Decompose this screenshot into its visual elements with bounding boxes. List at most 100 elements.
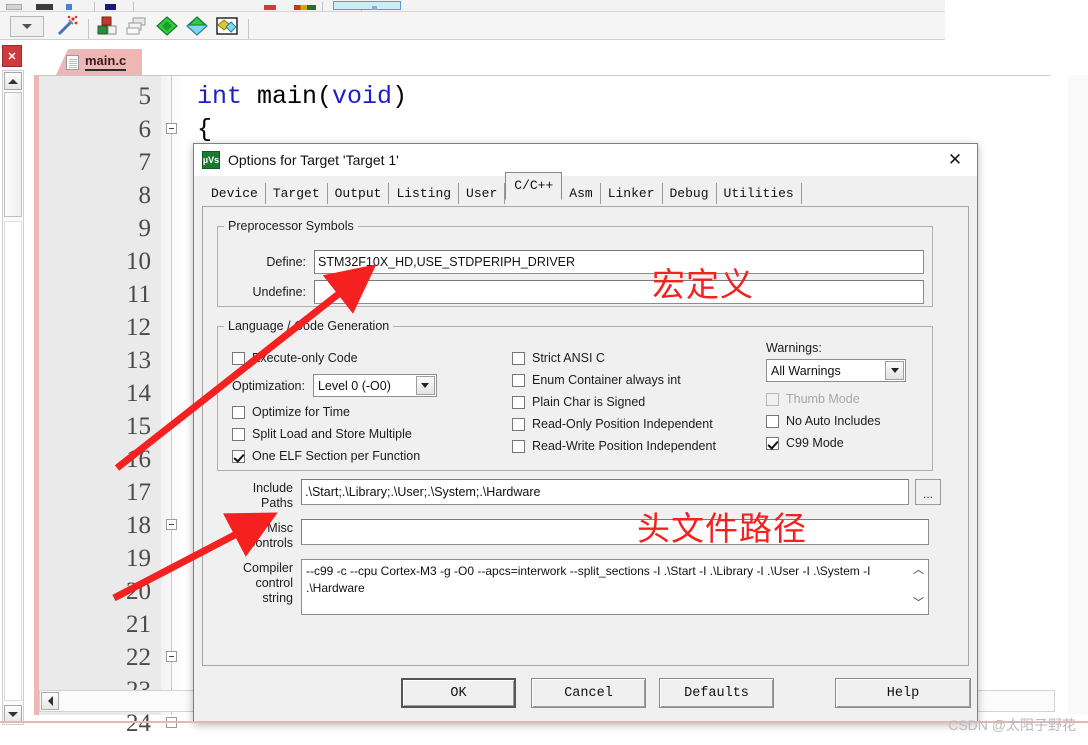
- target-options-button[interactable]: [152, 14, 182, 38]
- line-number: 11: [126, 281, 151, 308]
- toolbar-icon-partial-7[interactable]: [366, 0, 396, 12]
- checkbox-box: [766, 392, 779, 406]
- target-selector-dropdown[interactable]: [10, 15, 44, 37]
- include-paths-browse-button[interactable]: ...: [915, 479, 941, 505]
- dialog-tab-output[interactable]: Output: [328, 183, 390, 204]
- compiler-label-line1: Compiler: [242, 561, 293, 575]
- close-window-button[interactable]: ✕: [2, 45, 22, 67]
- checkbox-box: [512, 439, 525, 453]
- include-paths-label: Include Paths: [217, 481, 293, 511]
- toolbar-icon-partial-3[interactable]: [60, 0, 90, 12]
- misc-controls-input[interactable]: [301, 519, 929, 545]
- checkbox-label: C99 Mode: [786, 436, 844, 450]
- toolbar-icon-partial-4[interactable]: [99, 0, 129, 12]
- fold-toggle-icon[interactable]: [166, 651, 177, 662]
- code-token: int: [197, 82, 258, 111]
- scroll-up-button[interactable]: [4, 72, 22, 90]
- code-line: 25: [39, 740, 1050, 745]
- editor-right-edge: [1068, 75, 1088, 715]
- toolbar-icon-partial-5[interactable]: [258, 0, 288, 12]
- fold-toggle-icon[interactable]: [166, 123, 177, 134]
- code-token: void: [332, 82, 393, 111]
- checkbox-c99-mode[interactable]: C99 Mode: [766, 432, 922, 454]
- scrollbar-thumb[interactable]: [4, 92, 22, 217]
- dialog-tab-user[interactable]: User: [459, 183, 506, 204]
- chevron-down-icon: [421, 383, 430, 388]
- code-token: (: [317, 82, 333, 111]
- dropdown-arrow-button[interactable]: [415, 376, 435, 395]
- undefine-input[interactable]: [314, 280, 924, 304]
- dialog-tab-c-c[interactable]: C/C++: [505, 172, 563, 200]
- include-paths-label-line2: Paths: [261, 496, 293, 510]
- batch-build-button[interactable]: [122, 14, 152, 38]
- pack-installer-icon: [216, 17, 238, 35]
- checkbox-box: [512, 373, 525, 387]
- toolbar-icon-partial-6[interactable]: [288, 0, 318, 12]
- checkbox-box: [232, 405, 245, 419]
- checkbox-box: [512, 395, 525, 409]
- scrollbar-track[interactable]: [4, 221, 22, 701]
- checkbox-enum-container-always-int[interactable]: Enum Container always int: [512, 369, 762, 391]
- warnings-select[interactable]: All Warnings: [766, 359, 906, 382]
- scroll-left-button[interactable]: [41, 692, 59, 710]
- compiler-label-line3: string: [262, 591, 293, 605]
- dialog-tab-utilities[interactable]: Utilities: [717, 183, 802, 204]
- define-label: Define:: [266, 255, 306, 269]
- toolbar-icon-partial-2[interactable]: [30, 0, 60, 12]
- code-token: ): [392, 82, 408, 111]
- toolbar-icon-partial-1[interactable]: [0, 0, 30, 12]
- checkbox-no-auto-includes[interactable]: No Auto Includes: [766, 410, 922, 432]
- checkbox-strict-ansi-c[interactable]: Strict ANSI C: [512, 347, 762, 369]
- dialog-tab-asm[interactable]: Asm: [562, 183, 601, 204]
- build-wand-button[interactable]: [52, 14, 82, 38]
- manage-project-items-button[interactable]: [92, 14, 122, 38]
- toolbar-separator-2: [133, 2, 134, 12]
- editor-tab-bar: main.c: [34, 45, 1088, 75]
- line-number: 22: [126, 644, 151, 671]
- help-button[interactable]: Help: [835, 678, 971, 708]
- line-number: 7: [138, 149, 152, 176]
- manage-components-button[interactable]: [182, 14, 212, 38]
- dropdown-arrow-button[interactable]: [885, 361, 904, 380]
- textarea-scroll-up-button[interactable]: ︿: [911, 563, 926, 578]
- checkbox-one-elf-section-per-function[interactable]: One ELF Section per Function: [232, 445, 502, 467]
- compiler-control-string-textarea[interactable]: --c99 -c --cpu Cortex-M3 -g -O0 --apcs=i…: [301, 559, 929, 615]
- checkbox-split-load-and-store-multiple[interactable]: Split Load and Store Multiple: [232, 423, 502, 445]
- triangle-down-icon: [8, 711, 18, 717]
- dialog-title-bar[interactable]: µVs Options for Target 'Target 1' ✕: [194, 144, 977, 176]
- define-input[interactable]: STM32F10X_HD,USE_STDPERIPH_DRIVER: [314, 250, 924, 274]
- pack-installer-button[interactable]: [212, 14, 242, 38]
- left-vertical-scrollbar[interactable]: [2, 70, 24, 725]
- optimization-select[interactable]: Level 0 (-O0): [312, 374, 437, 397]
- dialog-tab-linker[interactable]: Linker: [601, 183, 663, 204]
- checkbox-box: [512, 351, 525, 365]
- triangle-left-icon: [47, 696, 53, 706]
- define-value: STM32F10X_HD,USE_STDPERIPH_DRIVER: [318, 255, 576, 269]
- code-line: 6{: [39, 113, 1050, 146]
- fold-toggle-icon[interactable]: [166, 519, 177, 530]
- ok-button[interactable]: OK: [401, 678, 516, 708]
- checkbox-box: [232, 427, 245, 441]
- dialog-close-button[interactable]: ✕: [933, 144, 977, 176]
- line-number: 18: [126, 512, 151, 539]
- toolbar-field-partial[interactable]: [327, 0, 401, 12]
- checkbox-box: [512, 417, 525, 431]
- checkbox-plain-char-is-signed[interactable]: Plain Char is Signed: [512, 391, 762, 413]
- cancel-button[interactable]: Cancel: [531, 678, 646, 708]
- screen-root: ✕ main.c 5 int main(void) 6{7 8 9 10 11 12 13 14 1…: [0, 0, 1088, 745]
- checkbox-box: [232, 449, 245, 463]
- defaults-button[interactable]: Defaults: [659, 678, 774, 708]
- editor-tab-main-c[interactable]: main.c: [56, 49, 143, 75]
- include-paths-input[interactable]: .\Start;.\Library;.\User;.\System;.\Hard…: [301, 479, 909, 505]
- checkbox-read-only-position-independent[interactable]: Read-Only Position Independent: [512, 413, 762, 435]
- dialog-tab-debug[interactable]: Debug: [663, 183, 717, 204]
- checkbox-box: [766, 436, 779, 450]
- checkbox-execute-only-code[interactable]: Execute-only Code: [232, 347, 502, 369]
- dialog-tab-listing[interactable]: Listing: [389, 183, 460, 204]
- checkbox-optimize-for-time[interactable]: Optimize for Time: [232, 401, 502, 423]
- textarea-scroll-down-button[interactable]: ﹀: [911, 596, 926, 611]
- dialog-tab-device[interactable]: Device: [204, 183, 266, 204]
- dialog-tab-target[interactable]: Target: [266, 183, 328, 204]
- checkbox-label: Read-Only Position Independent: [532, 417, 713, 431]
- checkbox-read-write-position-independent[interactable]: Read-Write Position Independent: [512, 435, 762, 457]
